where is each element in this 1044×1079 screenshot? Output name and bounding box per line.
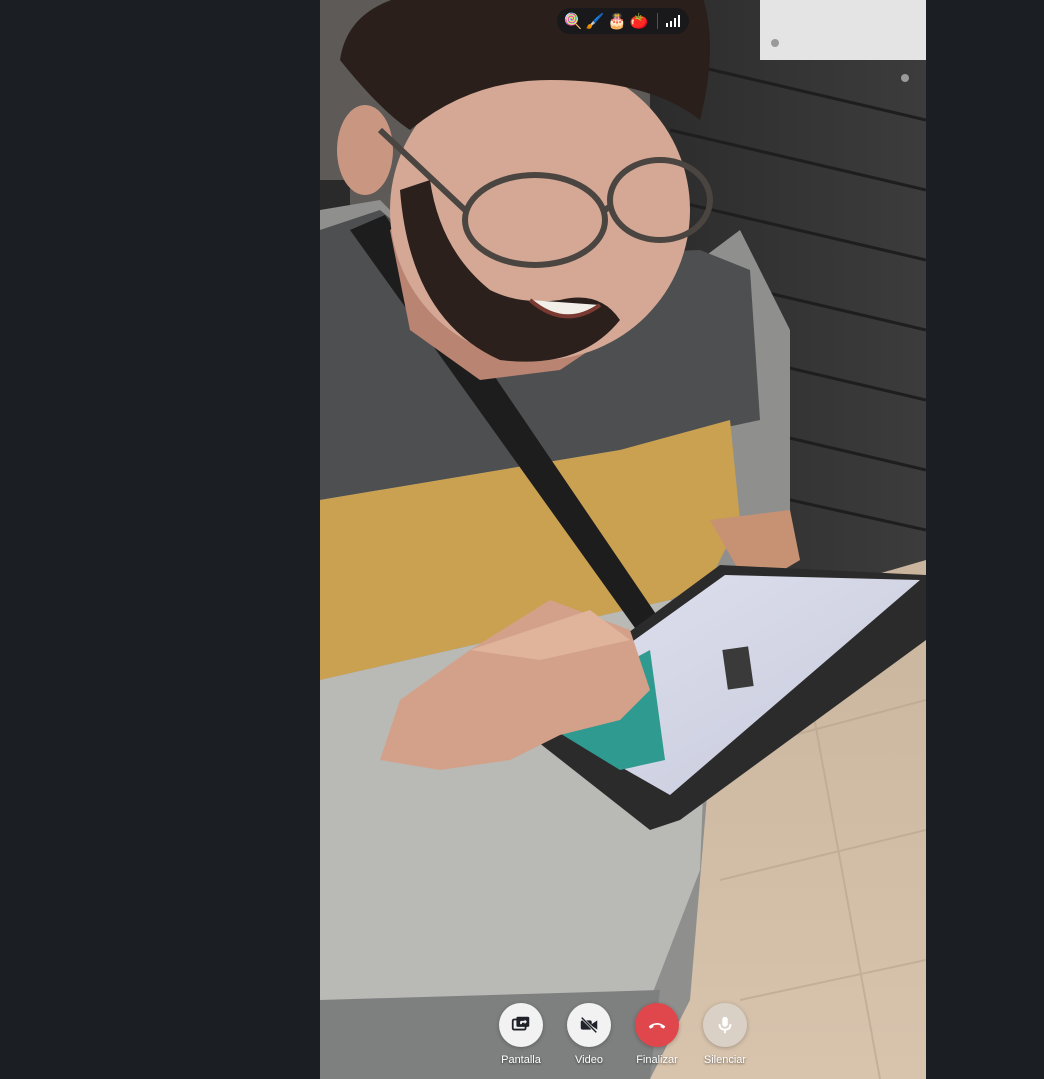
screen-share-icon [511, 1016, 530, 1031]
screen-share-button[interactable] [499, 1003, 543, 1047]
signal-bars-icon [666, 15, 680, 27]
video-off-icon [580, 1016, 598, 1034]
end-call-button[interactable] [635, 1003, 679, 1047]
pill-divider [657, 13, 658, 29]
call-status-bar[interactable]: 🍭 🖌️ 🎂 🍅 [557, 8, 689, 34]
encryption-key-emojis[interactable]: 🍭 🖌️ 🎂 🍅 [563, 8, 649, 34]
mute-control[interactable]: Silenciar [694, 1003, 756, 1066]
remote-video-feed [320, 0, 926, 1079]
video-frame-image [320, 0, 926, 1079]
video-toggle-button[interactable] [567, 1003, 611, 1047]
video-label: Video [575, 1054, 603, 1066]
microphone-icon [718, 1016, 732, 1034]
call-controls: Pantalla Video Finalizar Silenciar [490, 1003, 760, 1075]
mute-label: Silenciar [703, 1054, 747, 1066]
screen-share-label: Pantalla [501, 1054, 541, 1066]
encryption-emoji: 🍅 [629, 12, 649, 30]
video-control[interactable]: Video [558, 1003, 620, 1066]
encryption-emoji: 🎂 [607, 12, 627, 30]
encryption-emoji: 🍭 [563, 12, 583, 30]
call-window: 🍭 🖌️ 🎂 🍅 Pantalla Video Finalizar Silenc… [0, 0, 1044, 1079]
end-call-control[interactable]: Finalizar [626, 1003, 688, 1066]
mute-button[interactable] [703, 1003, 747, 1047]
hang-up-icon [648, 1022, 666, 1029]
screen-share-control[interactable]: Pantalla [490, 1003, 552, 1066]
encryption-emoji: 🖌️ [585, 12, 605, 30]
end-call-label: Finalizar [636, 1054, 678, 1066]
